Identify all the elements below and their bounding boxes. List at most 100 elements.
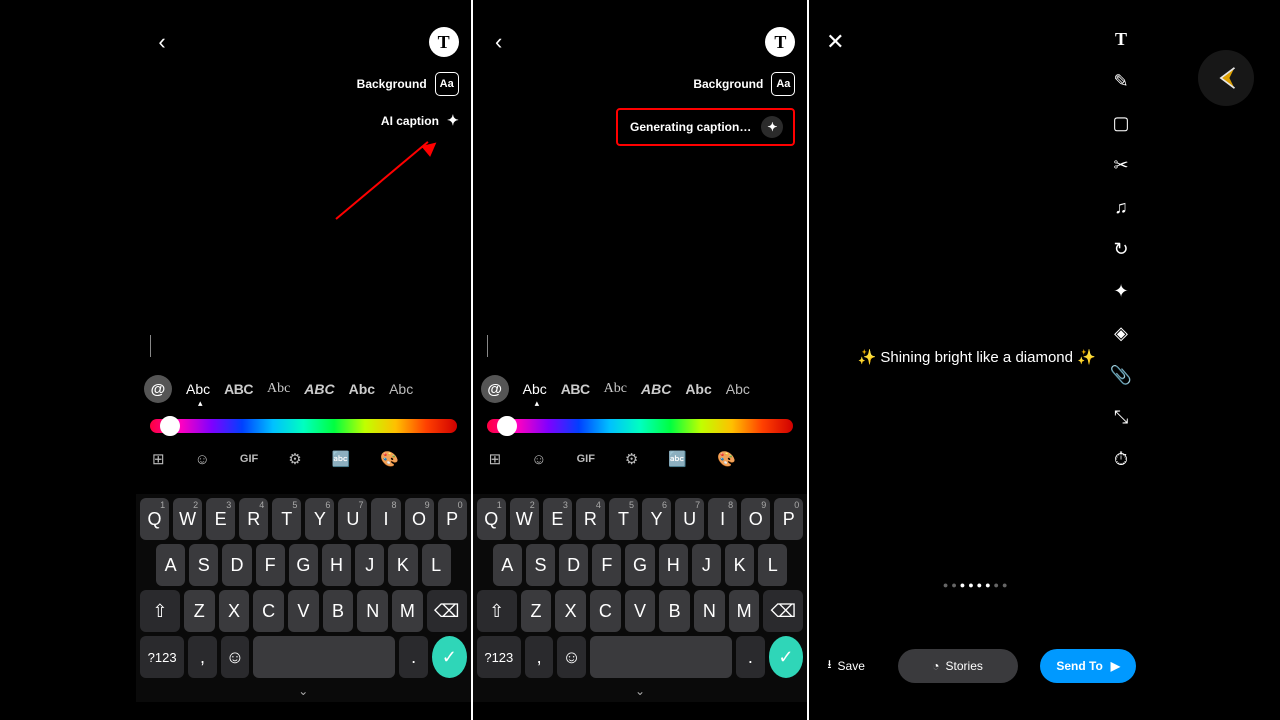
scissors-tool-icon[interactable]: ✂ bbox=[1108, 152, 1134, 178]
key-U[interactable]: U7 bbox=[675, 498, 704, 540]
key-D[interactable]: D bbox=[222, 544, 251, 586]
key-C[interactable]: C bbox=[253, 590, 284, 632]
key-S[interactable]: S bbox=[189, 544, 218, 586]
key-P[interactable]: P0 bbox=[774, 498, 803, 540]
sticker-icon[interactable]: ☺ bbox=[531, 451, 546, 468]
emoji-key[interactable]: ☺ bbox=[221, 636, 249, 678]
key-Y[interactable]: Y6 bbox=[642, 498, 671, 540]
font-style-option[interactable]: Abc bbox=[389, 381, 413, 397]
shift-key[interactable]: ⇧ bbox=[140, 590, 180, 632]
keyboard-collapse-icon[interactable]: ⌄ bbox=[140, 684, 467, 698]
settings-icon[interactable]: ⚙ bbox=[288, 450, 301, 468]
timer-tool-icon[interactable]: ⏱ bbox=[1108, 446, 1134, 472]
key-R[interactable]: R4 bbox=[576, 498, 605, 540]
background-option[interactable]: Background Aa bbox=[693, 72, 795, 96]
grid-icon[interactable]: ⊞ bbox=[489, 450, 502, 468]
key-S[interactable]: S bbox=[526, 544, 555, 586]
translate-icon[interactable]: 🔤 bbox=[668, 450, 687, 468]
key-T[interactable]: T5 bbox=[609, 498, 638, 540]
text-tool-button[interactable]: T bbox=[765, 27, 795, 57]
eraser-tool-icon[interactable]: ◈ bbox=[1108, 320, 1134, 346]
key-G[interactable]: G bbox=[289, 544, 318, 586]
key-G[interactable]: G bbox=[625, 544, 654, 586]
backspace-key[interactable]: ⌫ bbox=[427, 590, 467, 632]
key-H[interactable]: H bbox=[659, 544, 688, 586]
comma-key[interactable]: , bbox=[525, 636, 553, 678]
key-K[interactable]: K bbox=[725, 544, 754, 586]
font-style-option[interactable]: Abc bbox=[523, 381, 547, 397]
stories-button[interactable]: ◔ Stories bbox=[898, 649, 1018, 683]
font-style-option[interactable]: ABC bbox=[641, 381, 671, 397]
key-J[interactable]: J bbox=[355, 544, 384, 586]
loop-tool-icon[interactable]: ↻ bbox=[1108, 236, 1134, 262]
font-style-option[interactable]: ABC bbox=[224, 381, 253, 397]
gif-icon[interactable]: GIF bbox=[240, 453, 258, 465]
magic-tool-icon[interactable]: ✦ bbox=[1108, 278, 1134, 304]
key-F[interactable]: F bbox=[592, 544, 621, 586]
comma-key[interactable]: , bbox=[188, 636, 216, 678]
key-R[interactable]: R4 bbox=[239, 498, 268, 540]
font-style-option[interactable]: Abc bbox=[604, 381, 627, 397]
key-L[interactable]: L bbox=[422, 544, 451, 586]
key-K[interactable]: K bbox=[388, 544, 417, 586]
save-button[interactable]: ⭳ Save bbox=[817, 647, 875, 684]
key-A[interactable]: A bbox=[156, 544, 185, 586]
draw-tool-icon[interactable]: ✎ bbox=[1108, 68, 1134, 94]
key-Q[interactable]: Q1 bbox=[477, 498, 506, 540]
palette-icon[interactable]: 🎨 bbox=[380, 450, 399, 468]
key-E[interactable]: E3 bbox=[206, 498, 235, 540]
key-I[interactable]: I8 bbox=[371, 498, 400, 540]
generated-caption-text[interactable]: ✨ Shining bright like a diamond ✨ bbox=[809, 348, 1144, 366]
font-style-option[interactable]: ABC bbox=[304, 381, 334, 397]
period-key[interactable]: . bbox=[399, 636, 427, 678]
space-key[interactable] bbox=[253, 636, 395, 678]
color-slider[interactable] bbox=[487, 416, 794, 436]
key-O[interactable]: O9 bbox=[405, 498, 434, 540]
text-tool-button[interactable]: T bbox=[429, 27, 459, 57]
key-Z[interactable]: Z bbox=[184, 590, 215, 632]
key-X[interactable]: X bbox=[555, 590, 586, 632]
key-F[interactable]: F bbox=[256, 544, 285, 586]
music-tool-icon[interactable]: ♫ bbox=[1108, 194, 1134, 220]
key-N[interactable]: N bbox=[694, 590, 725, 632]
key-I[interactable]: I8 bbox=[708, 498, 737, 540]
key-J[interactable]: J bbox=[692, 544, 721, 586]
key-N[interactable]: N bbox=[357, 590, 388, 632]
key-A[interactable]: A bbox=[493, 544, 522, 586]
back-button[interactable]: ‹ bbox=[485, 28, 513, 56]
mention-button[interactable]: @ bbox=[144, 375, 172, 403]
text-tool-icon[interactable]: T bbox=[1108, 26, 1134, 52]
key-V[interactable]: V bbox=[288, 590, 319, 632]
key-P[interactable]: P0 bbox=[438, 498, 467, 540]
crop-tool-icon[interactable]: ⤡ bbox=[1108, 404, 1134, 430]
sticker-icon[interactable]: ☺ bbox=[195, 451, 210, 468]
settings-icon[interactable]: ⚙ bbox=[625, 450, 638, 468]
key-B[interactable]: B bbox=[659, 590, 690, 632]
back-button[interactable]: ‹ bbox=[148, 28, 176, 56]
key-L[interactable]: L bbox=[758, 544, 787, 586]
gif-icon[interactable]: GIF bbox=[577, 453, 595, 465]
key-Q[interactable]: Q1 bbox=[140, 498, 169, 540]
key-E[interactable]: E3 bbox=[543, 498, 572, 540]
sticker-tool-icon[interactable]: ▢ bbox=[1108, 110, 1134, 136]
key-X[interactable]: X bbox=[219, 590, 250, 632]
mention-button[interactable]: @ bbox=[481, 375, 509, 403]
background-option[interactable]: Background Aa bbox=[357, 72, 459, 96]
key-Y[interactable]: Y6 bbox=[305, 498, 334, 540]
key-B[interactable]: B bbox=[323, 590, 354, 632]
color-slider-thumb[interactable] bbox=[160, 416, 180, 436]
font-style-option[interactable]: Abc bbox=[186, 381, 210, 397]
shift-key[interactable]: ⇧ bbox=[477, 590, 517, 632]
emoji-key[interactable]: ☺ bbox=[557, 636, 585, 678]
font-style-option[interactable]: ABC bbox=[561, 381, 590, 397]
send-to-button[interactable]: Send To ▶ bbox=[1040, 649, 1136, 683]
key-M[interactable]: M bbox=[392, 590, 423, 632]
translate-icon[interactable]: 🔤 bbox=[332, 450, 351, 468]
key-Z[interactable]: Z bbox=[521, 590, 552, 632]
palette-icon[interactable]: 🎨 bbox=[717, 450, 736, 468]
color-slider[interactable] bbox=[150, 416, 457, 436]
space-key[interactable] bbox=[590, 636, 732, 678]
key-T[interactable]: T5 bbox=[272, 498, 301, 540]
color-slider-thumb[interactable] bbox=[497, 416, 517, 436]
symbols-key[interactable]: ?123 bbox=[477, 636, 521, 678]
